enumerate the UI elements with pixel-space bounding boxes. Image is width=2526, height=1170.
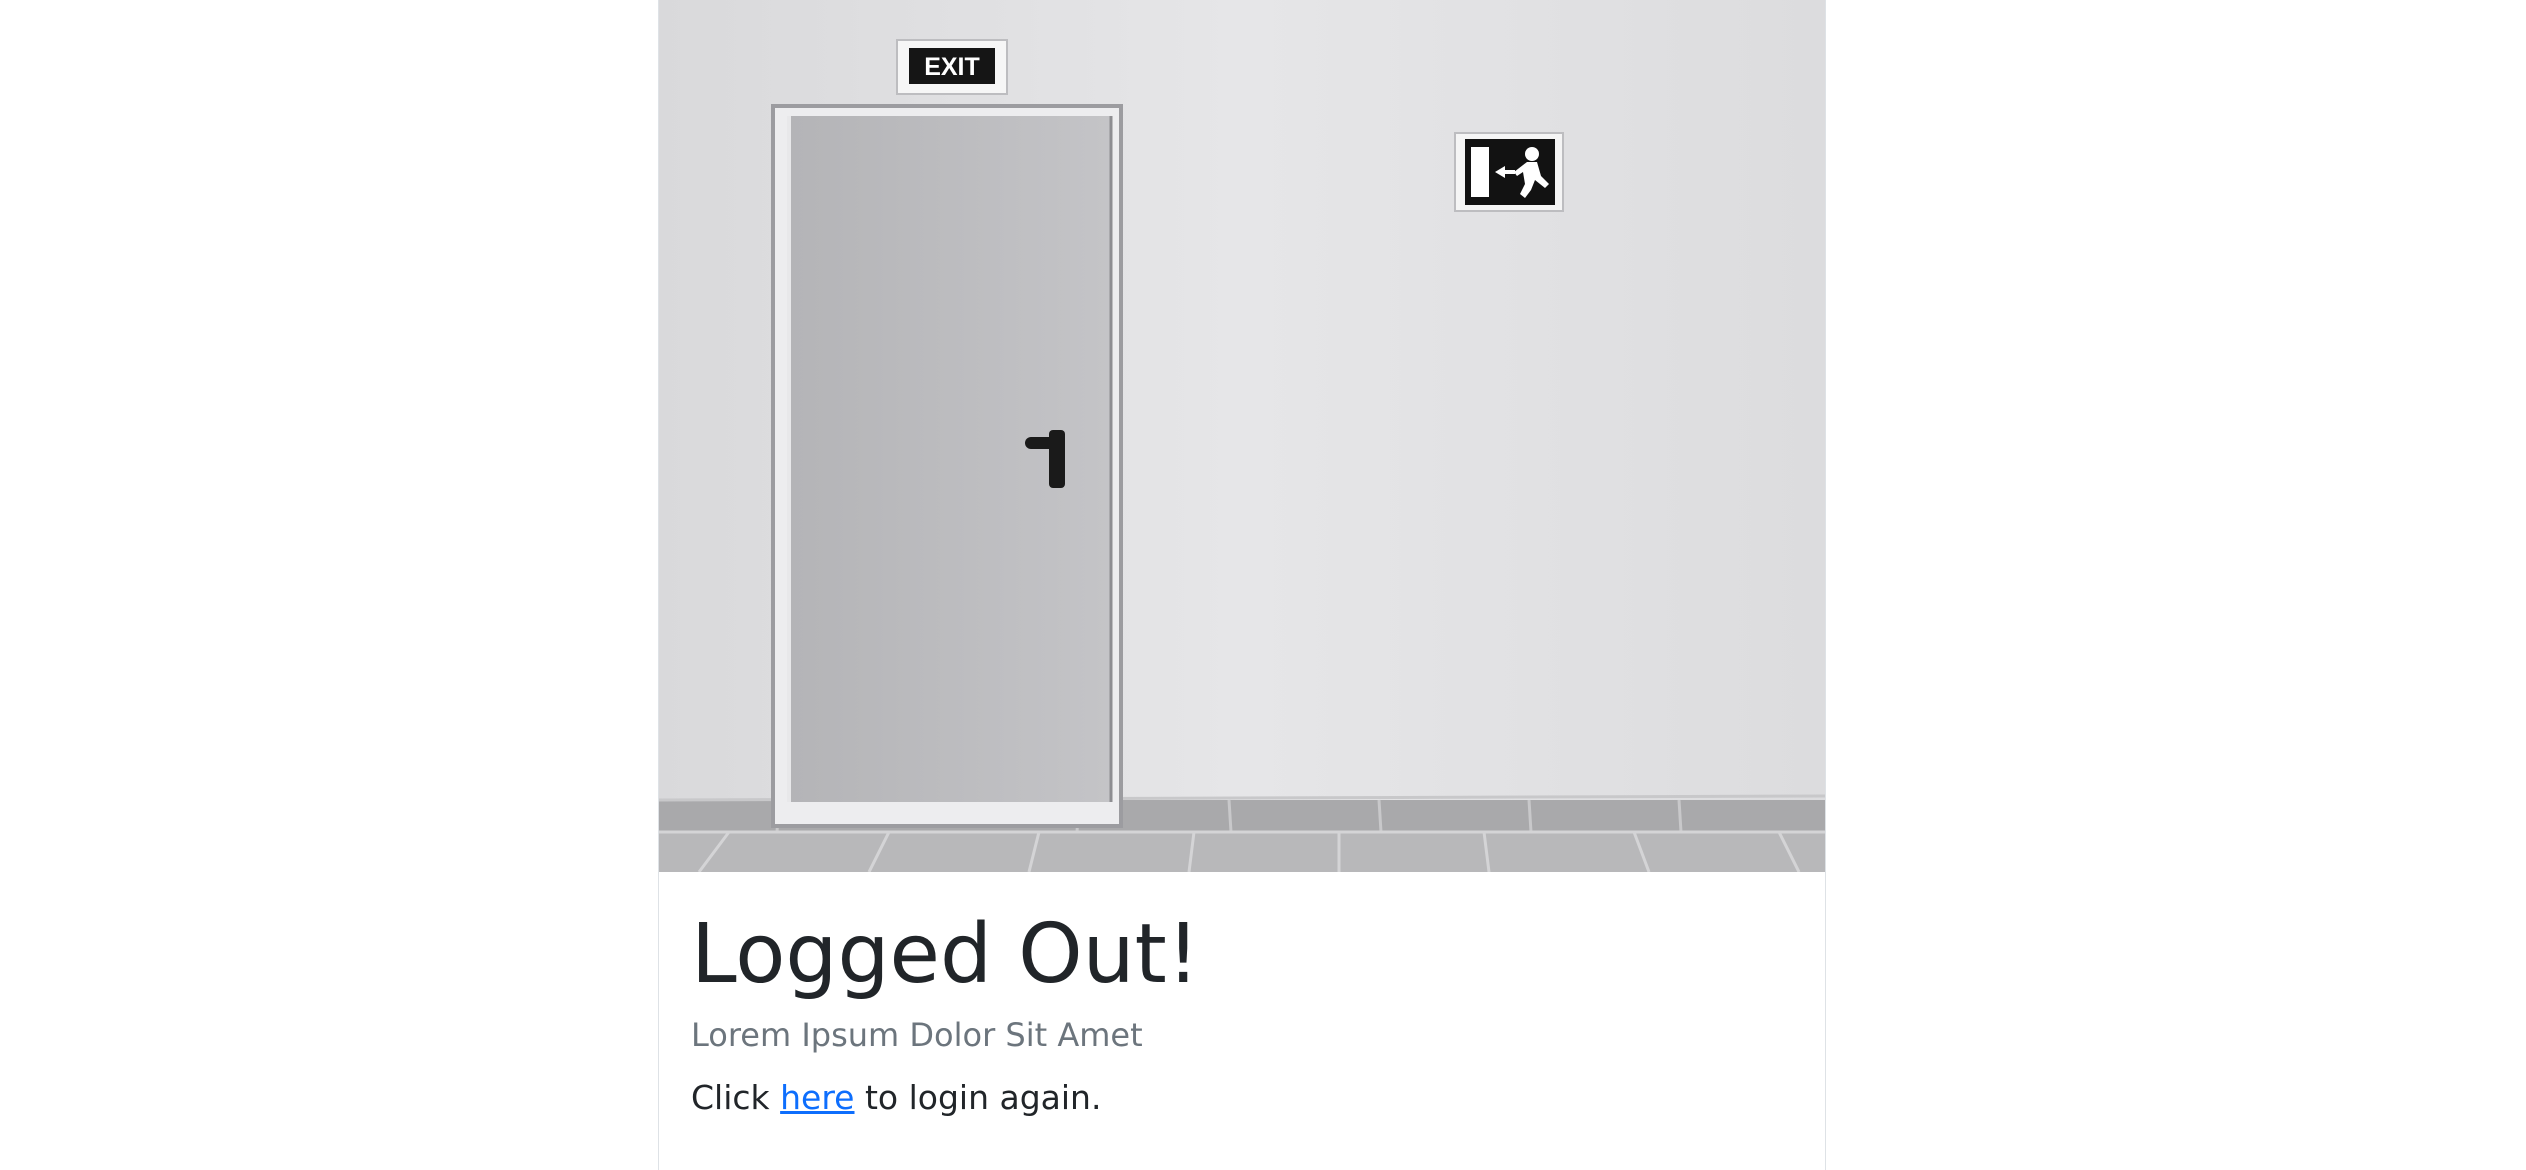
text-before-link: Click: [691, 1077, 781, 1117]
card-body: Logged Out! Lorem Ipsum Dolor Sit Amet C…: [659, 907, 1825, 1120]
text-after-link: to login again.: [854, 1077, 1102, 1117]
login-again-text: Click here to login again.: [691, 1077, 1793, 1120]
page-title: Logged Out!: [691, 907, 1200, 1002]
logout-card: EXIT Logged Out! Lorem Ipsum Dolor Sit A…: [658, 0, 1826, 1170]
login-link[interactable]: here: [780, 1078, 854, 1117]
card-subtitle: Lorem Ipsum Dolor Sit Amet: [691, 1016, 1143, 1055]
exit-sign-text: EXIT: [924, 53, 980, 81]
hero-image: EXIT: [659, 0, 1825, 872]
